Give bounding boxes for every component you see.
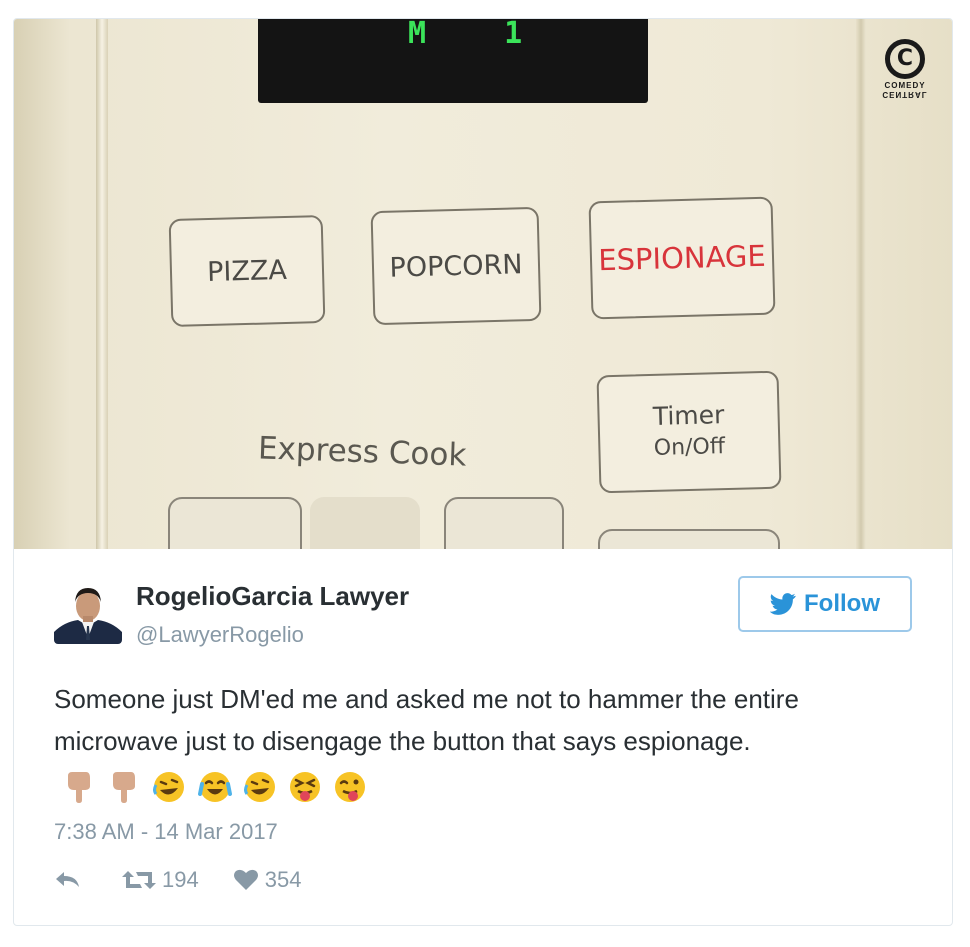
pizza-label: PIZZA	[206, 254, 288, 288]
timer-button: Timer On/Off	[596, 370, 782, 494]
embedded-tweet-card: M 1 PIZZA POPCORN ESPIONAGE Timer On/Off…	[13, 18, 953, 926]
emoji-group	[62, 764, 371, 806]
joy-emoji	[197, 772, 232, 803]
tweet-actions: 194 354	[54, 867, 301, 893]
popcorn-label: POPCORN	[389, 248, 523, 284]
logo-text: COMEDY	[884, 81, 926, 90]
point-down-emoji	[68, 772, 90, 804]
panel-edge-right	[856, 19, 866, 549]
retweet-icon	[122, 871, 156, 889]
follow-button[interactable]: Follow	[738, 576, 912, 632]
comedy-central-watermark: C COMEDY CENTRAL	[877, 39, 933, 99]
comedy-central-logo-icon: C	[885, 39, 925, 79]
tweet-body: Someone just DM'ed me and asked me not t…	[54, 684, 799, 756]
author-handle[interactable]: @LawyerRogelio	[136, 622, 304, 648]
like-button[interactable]: 354	[233, 867, 302, 893]
reply-button[interactable]	[54, 870, 82, 890]
point-down-emoji	[113, 772, 136, 804]
express-button-stub	[310, 497, 420, 549]
button-stub	[598, 529, 780, 549]
like-count: 354	[264, 867, 302, 892]
tweet-text: Someone just DM'ed me and asked me not t…	[54, 678, 894, 806]
microwave-display: M 1	[258, 19, 648, 103]
follow-label: Follow	[804, 590, 880, 617]
retweet-count: 194	[162, 867, 199, 892]
popcorn-button: POPCORN	[370, 206, 542, 326]
express-button-stub	[444, 497, 564, 549]
espionage-button: ESPIONAGE	[588, 196, 776, 320]
timer-label: Timer	[652, 400, 725, 431]
panel-edge	[96, 19, 108, 549]
express-button-stub	[168, 497, 302, 549]
squinting-tongue-emoji	[290, 772, 321, 803]
twitter-bird-icon	[770, 593, 796, 615]
tweet-timestamp[interactable]: 7:38 AM - 14 Mar 2017	[54, 819, 278, 845]
pizza-button: PIZZA	[168, 215, 326, 327]
retweet-button[interactable]: 194	[122, 867, 199, 893]
tweet-photo[interactable]: M 1 PIZZA POPCORN ESPIONAGE Timer On/Off…	[14, 19, 952, 549]
espionage-label: ESPIONAGE	[597, 238, 767, 278]
reply-icon	[56, 872, 79, 887]
timer-sublabel: On/Off	[653, 434, 726, 461]
heart-icon	[233, 869, 258, 890]
express-cook-label: Express Cook	[257, 430, 468, 474]
avatar[interactable]	[54, 576, 122, 644]
logo-text-flipped: CENTRAL	[882, 90, 928, 99]
author-name[interactable]: RogelioGarcia Lawyer	[136, 581, 409, 612]
rofl-emoji	[153, 772, 185, 803]
winking-tongue-emoji	[335, 772, 366, 803]
logo-letter: C	[896, 46, 914, 71]
display-digits: M 1	[408, 19, 553, 51]
rofl-emoji	[243, 772, 275, 803]
